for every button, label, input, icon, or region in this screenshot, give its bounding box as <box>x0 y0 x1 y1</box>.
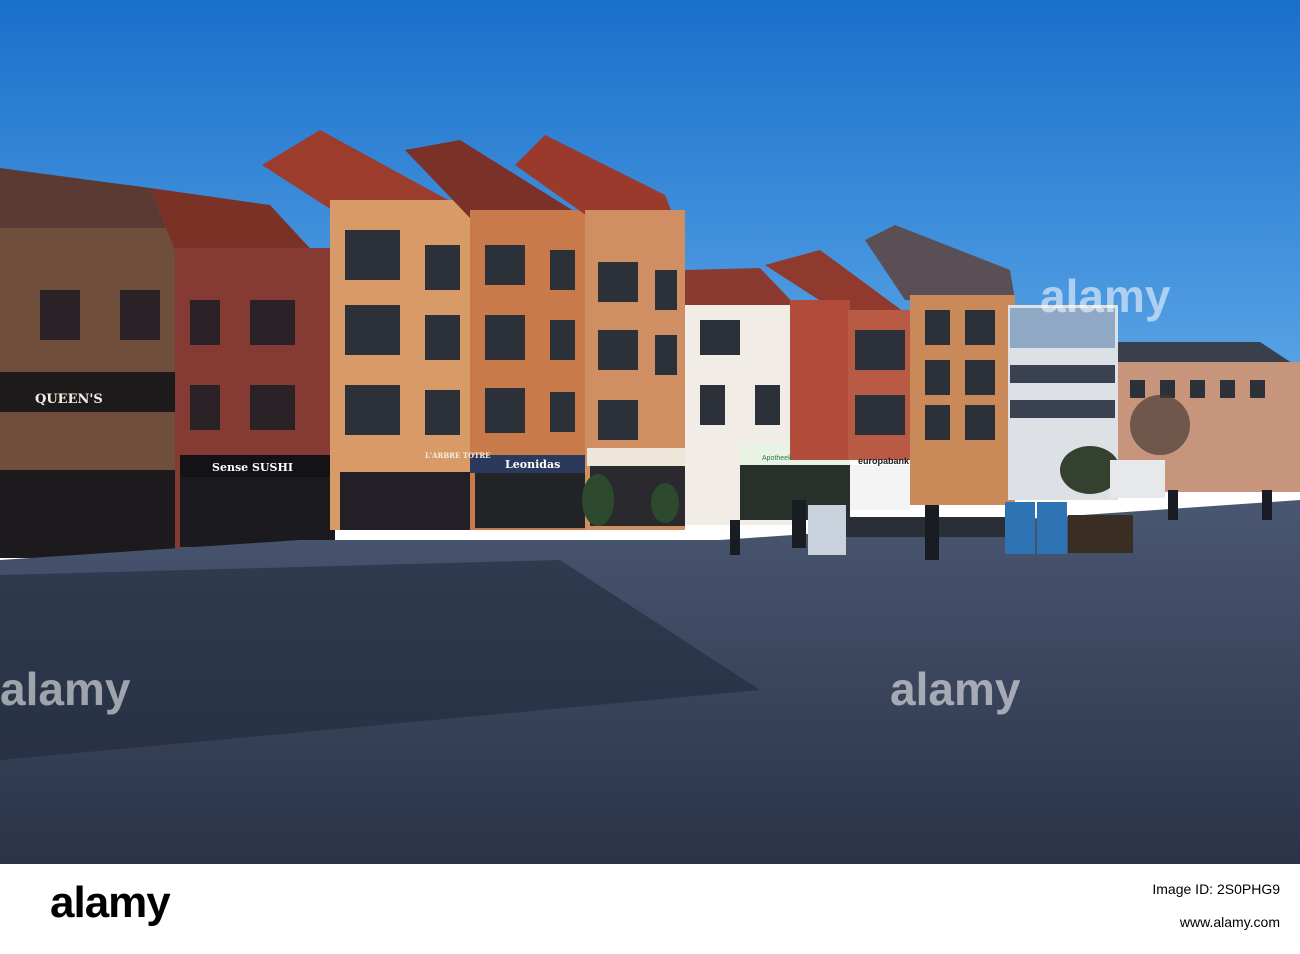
tree-right <box>1130 395 1190 455</box>
watermark-left: alamy <box>0 663 131 715</box>
sign-apotheek: Apotheek <box>762 455 792 462</box>
planter <box>1068 515 1133 553</box>
sign-arbre: L'ARBRE TOTRE <box>425 451 491 460</box>
recycle-bin-1 <box>1005 502 1035 554</box>
footer-logo: alamy <box>50 878 171 927</box>
footer-url[interactable]: www.alamy.com <box>1180 914 1280 930</box>
sign-leonidas: Leonidas <box>505 458 560 471</box>
info-board <box>808 505 846 555</box>
image-id: Image ID: 2S0PHG9 <box>1152 881 1280 897</box>
watermark-center: alamy <box>890 663 1021 715</box>
building-queens <box>0 168 180 558</box>
watermark-top: alamy <box>1040 270 1171 322</box>
sign-europabank: europabank <box>858 456 910 466</box>
photo: QUEEN'S Sense SUSHI L'ARBRE TOTRE Leonid… <box>0 0 1300 864</box>
footer-bar: alamy Image ID: 2S0PHG9 www.alamy.com <box>0 864 1300 954</box>
recycle-bin-2 <box>1037 502 1067 554</box>
sign-sushi: Sense SUSHI <box>212 461 293 474</box>
sign-queens: QUEEN'S <box>35 392 103 407</box>
truck <box>1110 460 1165 498</box>
tree-christmas <box>582 474 614 526</box>
